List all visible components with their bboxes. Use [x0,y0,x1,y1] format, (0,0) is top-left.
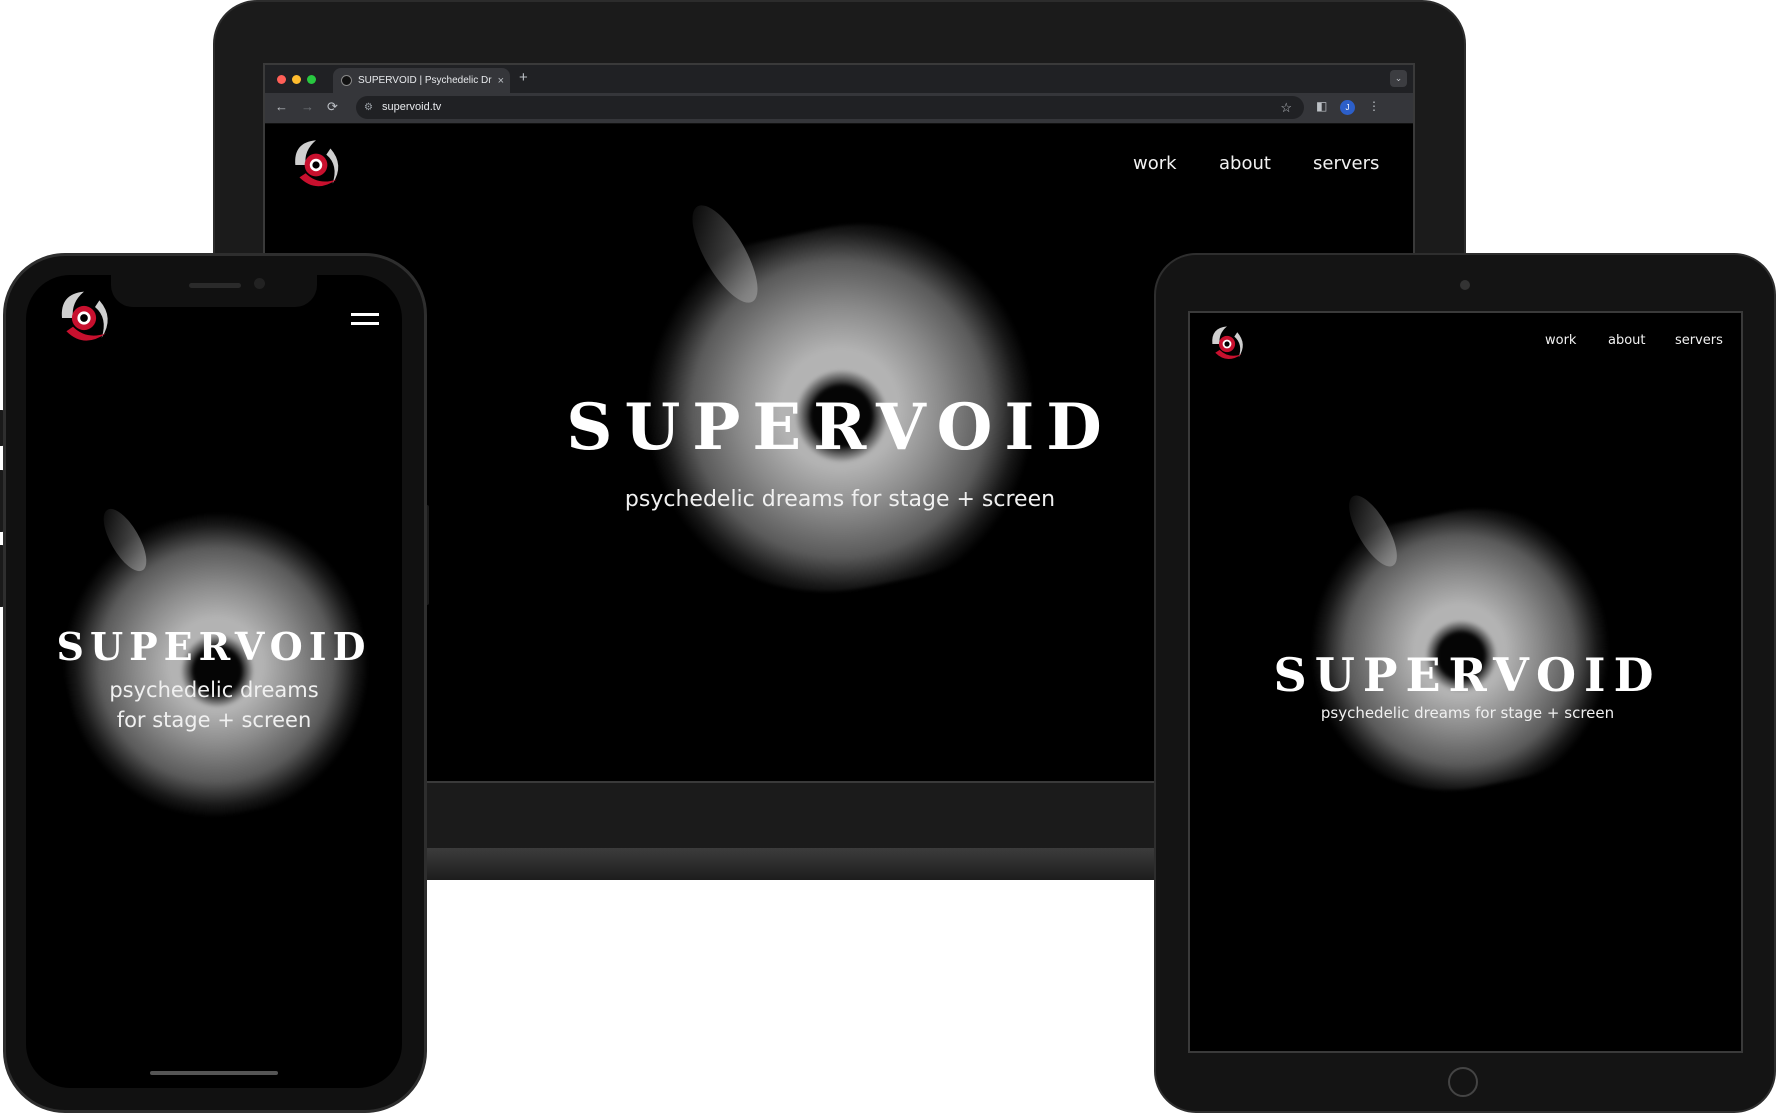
bookmark-star-icon[interactable]: ☆ [1280,96,1292,119]
hero-brand-title: SUPERVOID [56,624,372,669]
side-panel-icon[interactable]: ◧ [1316,99,1327,113]
tablet-camera [1460,280,1470,290]
browser-toolbar: ← → ⟳ ⚙ supervoid.tv ☆ ◧ J ⋮ [265,93,1413,124]
supervoid-logo[interactable] [1205,322,1249,366]
nav-link-work[interactable]: work [1545,333,1576,348]
phone-screen: SUPERVOID psychedelic dreams for stage +… [26,275,402,1088]
favicon-icon [341,75,352,86]
phone-camera [254,278,265,289]
hero-tagline: psychedelic dreams for stage + screen [1320,704,1615,722]
tablet-home-button[interactable] [1448,1067,1478,1097]
profile-avatar[interactable]: J [1340,100,1355,115]
tab-title: SUPERVOID | Psychedelic Dreams [358,75,492,86]
hero-tagline: psychedelic dreams for stage + screen [624,487,1056,512]
reload-icon[interactable]: ⟳ [327,99,338,115]
hamburger-menu-icon[interactable] [351,311,381,329]
maximize-window-icon[interactable] [307,75,316,84]
browser-tab-strip: SUPERVOID | Psychedelic Dreams × + ⌄ [265,65,1413,93]
hero-tagline-line1: psychedelic dreams [109,678,319,702]
nav-link-about[interactable]: about [1219,153,1271,174]
url-text: supervoid.tv [382,101,442,113]
supervoid-logo[interactable] [285,134,347,196]
browser-tab[interactable]: SUPERVOID | Psychedelic Dreams × [333,68,510,93]
phone-notch [111,275,317,307]
phone-speaker [189,283,241,288]
forward-arrow-icon[interactable]: → [301,99,314,114]
address-bar[interactable]: ⚙ supervoid.tv ☆ [356,96,1304,119]
phone-home-indicator[interactable] [150,1071,278,1075]
supervoid-logo[interactable] [51,285,117,351]
close-window-icon[interactable] [277,75,286,84]
nav-link-servers[interactable]: servers [1313,153,1379,174]
nav-link-about[interactable]: about [1608,333,1646,348]
hero-brand-title: SUPERVOID [566,390,1114,465]
site-info-icon[interactable]: ⚙ [364,96,373,119]
tablet-screen: work about servers SUPERVOID psychedelic… [1188,311,1743,1053]
minimize-window-icon[interactable] [292,75,301,84]
nav-link-servers[interactable]: servers [1675,333,1723,348]
nav-link-work[interactable]: work [1133,153,1177,174]
back-arrow-icon[interactable]: ← [275,99,288,114]
hero-brand-title: SUPERVOID [1273,648,1662,702]
hero-tagline-line2: for stage + screen [116,708,312,732]
new-tab-button[interactable]: + [519,69,528,86]
tab-close-icon[interactable]: × [498,75,504,87]
tab-search-button[interactable]: ⌄ [1390,70,1407,87]
more-menu-icon[interactable]: ⋮ [1368,99,1380,113]
